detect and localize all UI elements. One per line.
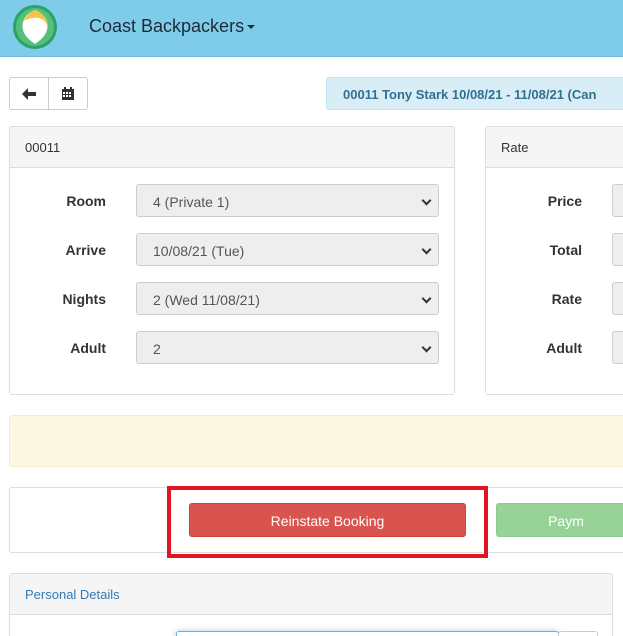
chevron-down-icon [421,244,432,255]
rate-label: Rate [551,291,582,307]
adult-value: 2 [153,341,161,357]
personal-details-title[interactable]: Personal Details [10,574,612,615]
room-label: Room [66,193,106,209]
notice-bar [9,415,623,467]
chevron-down-icon [421,342,432,353]
rate-adult-input[interactable] [612,331,623,364]
room-row: Room 4 (Private 1) [10,184,454,217]
nights-select[interactable]: 2 (Wed 11/08/21) [136,282,439,315]
arrive-value: 10/08/21 (Tue) [153,243,245,259]
property-dropdown[interactable]: Coast Backpackers [89,16,256,37]
arrive-label: Arrive [65,242,106,258]
nights-value: 2 (Wed 11/08/21) [153,292,260,308]
rate-input[interactable] [612,282,623,315]
booking-summary: 00011 Tony Stark 10/08/21 - 11/08/21 (Ca… [326,77,623,110]
personal-details-side-input[interactable] [558,631,598,636]
personal-details-panel: Personal Details [9,573,613,636]
booking-panel: 00011 Room 4 (Private 1) Arrive 10/08/21… [9,126,455,395]
back-button[interactable] [9,77,49,110]
arrow-left-icon [22,87,36,100]
booking-panel-title: 00011 [10,127,454,168]
price-label: Price [547,193,582,209]
nav-button-group [9,77,88,110]
arrive-row: Arrive 10/08/21 (Tue) [10,233,454,266]
room-value: 4 (Private 1) [153,194,230,210]
top-navbar: Coast Backpackers [0,0,623,57]
rate-panel: Rate Price Total Rate Adult [485,126,623,395]
highlight-box [167,486,488,558]
calendar-icon [62,87,74,100]
total-input[interactable] [612,233,623,266]
adult-select[interactable]: 2 [136,331,439,364]
nights-row: Nights 2 (Wed 11/08/21) [10,282,454,315]
total-row: Total [486,233,623,266]
price-row: Price [486,184,623,217]
rate-row: Rate [486,282,623,315]
rate-adult-label: Adult [546,340,582,356]
adult-label: Adult [70,340,106,356]
room-select[interactable]: 4 (Private 1) [136,184,439,217]
circle-leaf-logo-icon[interactable] [12,4,58,50]
chevron-down-icon [421,293,432,304]
chevron-down-icon [421,195,432,206]
rate-panel-title: Rate [486,127,623,168]
adult-row: Adult 2 [10,331,454,364]
rate-adult-row: Adult [486,331,623,364]
price-input[interactable] [612,184,623,217]
arrive-select[interactable]: 10/08/21 (Tue) [136,233,439,266]
total-label: Total [549,242,582,258]
calendar-button[interactable] [49,77,88,110]
payment-button[interactable]: Paym [496,503,623,537]
caret-down-icon [247,25,256,30]
nights-label: Nights [62,291,106,307]
brand-label: Coast Backpackers [89,16,245,36]
personal-details-name-input[interactable] [176,631,559,636]
